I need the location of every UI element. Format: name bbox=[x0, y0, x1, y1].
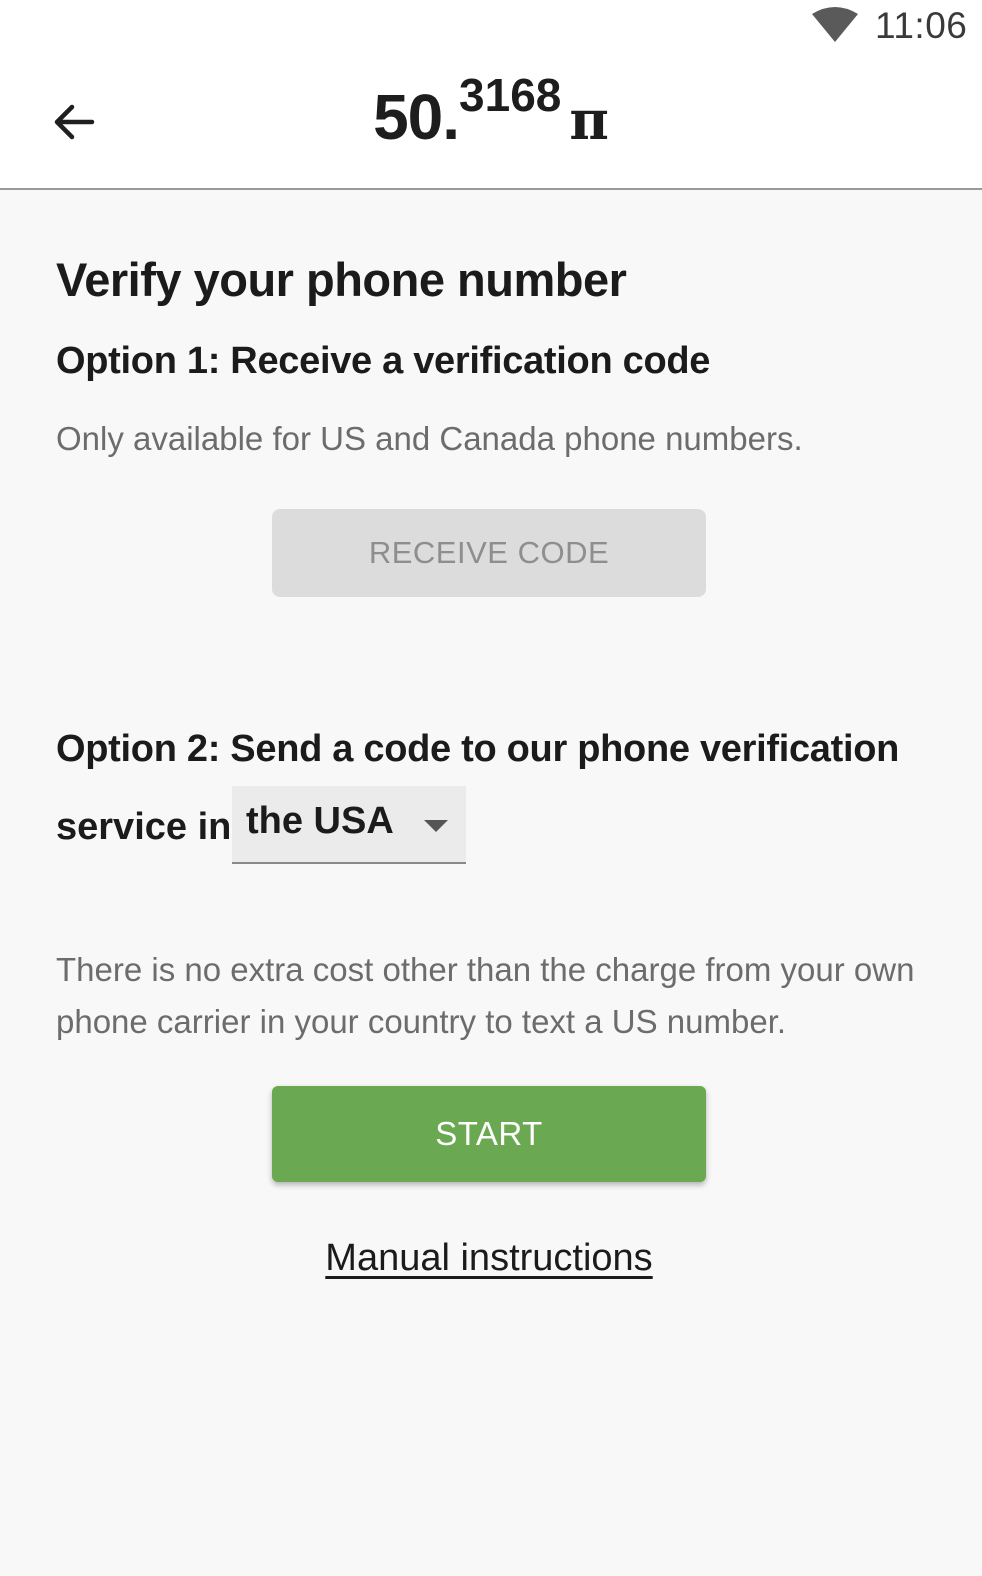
wifi-icon bbox=[812, 7, 858, 42]
country-select-value: the USA bbox=[246, 800, 394, 842]
balance-decimal: 3168 bbox=[459, 69, 562, 121]
cost-note: There is no extra cost other than the ch… bbox=[56, 951, 915, 1040]
option1-description: Only available for US and Canada phone n… bbox=[56, 420, 803, 457]
status-time: 11:06 bbox=[875, 5, 968, 46]
country-select[interactable]: the USA bbox=[232, 786, 466, 864]
dropdown-arrow-icon bbox=[424, 820, 448, 832]
option1-heading: Option 1: Receive a verification code bbox=[56, 340, 711, 382]
app-bar: 50.3168 π bbox=[0, 50, 982, 190]
receive-code-button[interactable]: RECEIVE CODE bbox=[272, 509, 706, 597]
option2-heading: Option 2: Send a code to our phone verif… bbox=[56, 728, 900, 770]
service-in-label: service in bbox=[56, 806, 232, 848]
pi-balance: 50.3168 π bbox=[0, 69, 982, 154]
manual-instructions-link[interactable]: Manual instructions bbox=[56, 1237, 922, 1280]
pi-currency-icon: π bbox=[569, 88, 609, 152]
balance-integer: 50. bbox=[373, 81, 460, 153]
status-bar: 11:06 bbox=[0, 0, 982, 50]
page-title: Verify your phone number bbox=[56, 253, 627, 306]
start-button[interactable]: START bbox=[272, 1086, 706, 1182]
